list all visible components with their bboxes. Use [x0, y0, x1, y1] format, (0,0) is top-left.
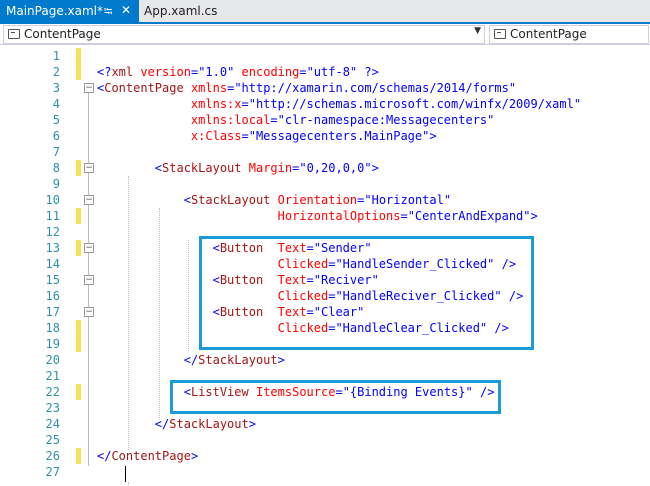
modified-line-marker	[76, 384, 81, 400]
code-line[interactable]: 25	[0, 432, 650, 448]
code-text: <StackLayout Orientation="Horizontal"	[183, 193, 452, 207]
line-number: 22	[45, 385, 60, 399]
type-dropdown[interactable]: ContentPage ▼	[3, 25, 485, 44]
modified-line-marker	[76, 320, 81, 336]
text-caret	[125, 466, 126, 482]
code-text: xmlns:x="http://schemas.microsoft.com/wi…	[190, 97, 582, 111]
code-line[interactable]: 10 − <StackLayout Orientation="Horizontal…	[0, 192, 650, 208]
code-text: </StackLayout>	[183, 353, 285, 367]
code-line[interactable]: 24 </StackLayout>	[0, 416, 650, 432]
code-text: </StackLayout>	[154, 417, 256, 431]
tab-label: MainPage.xaml*	[6, 4, 103, 18]
code-text: <ContentPage xmlns="http://xamarin.com/s…	[97, 81, 517, 95]
line-number: 12	[45, 225, 60, 239]
line-number: 26	[45, 449, 60, 463]
line-number: 6	[52, 129, 60, 143]
listview-highlight-box	[170, 380, 501, 414]
line-number: 21	[45, 369, 60, 383]
member-dropdown-value: ContentPage	[510, 27, 587, 41]
modified-line-marker	[76, 64, 81, 80]
line-number: 25	[45, 433, 60, 447]
code-line[interactable]: 1	[0, 48, 650, 64]
chevron-down-icon: ▼	[474, 26, 481, 36]
line-number: 20	[45, 353, 60, 367]
line-number: 23	[45, 401, 60, 415]
tab-mainpage-xaml[interactable]: MainPage.xaml* ⭾ ✕	[0, 0, 139, 24]
code-line[interactable]: 4 xmlns:x="http://schemas.microsoft.com/…	[0, 96, 650, 112]
code-text: x:Class="Messagecenters.MainPage">	[190, 129, 437, 143]
tab-label: App.xaml.cs	[144, 4, 218, 18]
line-number: 15	[45, 273, 60, 287]
code-line[interactable]: 7	[0, 144, 650, 160]
modified-line-marker	[76, 240, 81, 256]
code-line[interactable]: 2 <?xml version="1.0" encoding="utf-8" ?>	[0, 64, 650, 80]
line-number: 1	[52, 49, 60, 63]
class-icon	[494, 29, 506, 39]
code-text: </ContentPage>	[97, 449, 199, 463]
line-number: 16	[45, 289, 60, 303]
indent-guide	[128, 482, 129, 486]
code-text: HorizontalOptions="CenterAndExpand">	[277, 209, 538, 223]
code-editor[interactable]: 1 2 <?xml version="1.0" encoding="utf-8" ?…	[0, 45, 650, 486]
code-line[interactable]: 5 xmlns:local="clr-namespace:Messagecent…	[0, 112, 650, 128]
code-line[interactable]: 8 − <StackLayout Margin="0,20,0,0">	[0, 160, 650, 176]
line-number: 24	[45, 417, 60, 431]
line-number: 13	[45, 241, 60, 255]
member-dropdown[interactable]: ContentPage	[489, 25, 649, 44]
modified-line-marker	[76, 160, 81, 176]
collapse-icon[interactable]: −	[84, 243, 94, 253]
collapse-icon[interactable]: −	[84, 275, 94, 285]
line-number: 8	[52, 161, 60, 175]
line-number: 2	[52, 65, 60, 79]
code-line[interactable]: 26 </ContentPage>	[0, 448, 650, 464]
line-number: 5	[52, 113, 60, 127]
line-number: 4	[52, 97, 60, 111]
collapse-icon[interactable]: −	[84, 83, 94, 93]
line-number: 18	[45, 321, 60, 335]
pin-icon[interactable]: ⭾	[104, 3, 112, 22]
code-text: xmlns:local="clr-namespace:Messagecenter…	[190, 113, 495, 127]
navigation-bar: ContentPage ▼ ContentPage	[0, 24, 650, 45]
code-line[interactable]: 11 HorizontalOptions="CenterAndExpand">	[0, 208, 650, 224]
modified-line-marker	[76, 336, 81, 352]
collapse-icon[interactable]: −	[84, 163, 94, 173]
code-text: <StackLayout Margin="0,20,0,0">	[154, 161, 379, 175]
modified-line-marker	[76, 48, 81, 64]
collapse-icon[interactable]: −	[84, 195, 94, 205]
line-number: 27	[45, 465, 60, 479]
document-tab-bar: MainPage.xaml* ⭾ ✕ App.xaml.cs	[0, 0, 650, 24]
code-text: <?xml version="1.0" encoding="utf-8" ?>	[97, 65, 379, 79]
close-icon[interactable]: ✕	[121, 3, 131, 17]
line-number: 17	[45, 305, 60, 319]
line-number: 9	[52, 177, 60, 191]
line-number: 11	[45, 209, 60, 223]
code-line[interactable]: 6 x:Class="Messagecenters.MainPage">	[0, 128, 650, 144]
line-number: 14	[45, 257, 60, 271]
class-icon	[8, 29, 20, 39]
line-number: 19	[45, 337, 60, 351]
code-line[interactable]: 27	[0, 464, 650, 480]
code-line[interactable]: 20 </StackLayout>	[0, 352, 650, 368]
type-dropdown-value: ContentPage	[24, 27, 101, 41]
code-line[interactable]: 3 − <ContentPage xmlns="http://xamarin.com…	[0, 80, 650, 96]
code-line[interactable]: 9	[0, 176, 650, 192]
line-number: 10	[45, 193, 60, 207]
modified-line-marker	[76, 448, 81, 464]
line-number: 3	[52, 81, 60, 95]
modified-line-marker	[76, 208, 81, 224]
button-highlight-box	[199, 236, 534, 350]
line-number: 7	[52, 145, 60, 159]
collapse-icon[interactable]: −	[84, 307, 94, 317]
